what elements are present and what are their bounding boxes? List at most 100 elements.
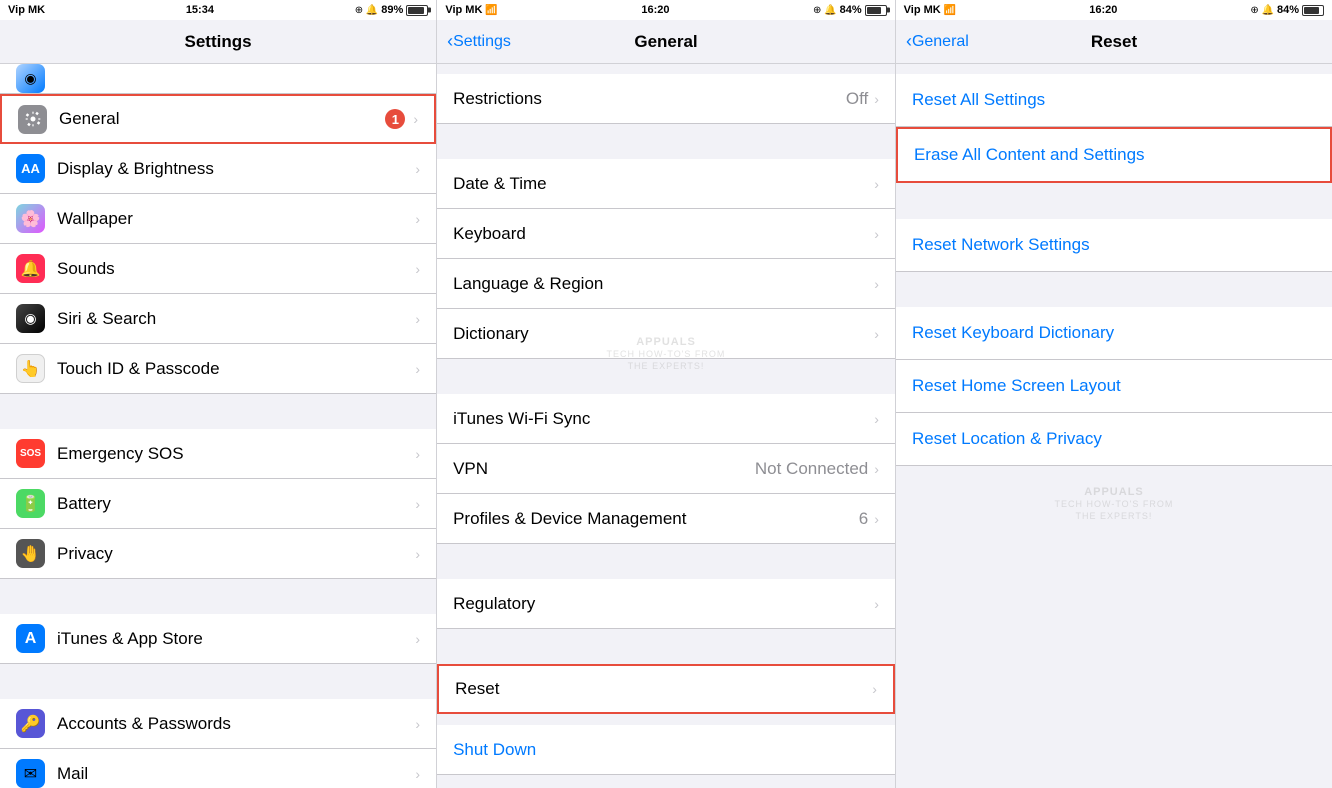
left-battery-cap — [428, 8, 431, 13]
settings-item-general[interactable]: General 1 › — [0, 94, 436, 144]
accounts-chevron: › — [415, 716, 420, 732]
sounds-chevron: › — [415, 261, 420, 277]
settings-item-mail[interactable]: ✉ Mail › — [0, 749, 436, 788]
restrictions-chevron: › — [874, 91, 879, 107]
right-back-button[interactable]: ‹ General — [906, 31, 969, 52]
vpn-chevron: › — [874, 461, 879, 477]
middle-item-shutdown[interactable]: Shut Down — [437, 725, 895, 775]
right-item-erase-all[interactable]: Erase All Content and Settings — [896, 127, 1332, 183]
middle-panel: Restrictions Off › Date & Time › Keyboar… — [437, 64, 896, 788]
middle-time: 16:20 — [641, 4, 669, 16]
erase-all-label: Erase All Content and Settings — [914, 145, 1145, 165]
right-battery-pct: 84% — [1277, 4, 1299, 16]
left-status-icons: ⊕ 🔔 89% — [355, 4, 429, 16]
mail-icon: ✉ — [16, 759, 45, 788]
right-battery-fill — [1304, 7, 1319, 14]
settings-item-battery[interactable]: 🔋 Battery › — [0, 479, 436, 529]
privacy-icon: 🤚 — [16, 539, 45, 568]
right-divider-1 — [896, 184, 1332, 219]
appstore-chevron: › — [415, 631, 420, 647]
sos-label: Emergency SOS — [57, 444, 415, 464]
middle-item-vpn[interactable]: VPN Not Connected › — [437, 444, 895, 494]
keyboard-chevron: › — [874, 226, 879, 242]
touchid-label: Touch ID & Passcode — [57, 359, 415, 379]
middle-divider-5 — [437, 715, 895, 725]
left-status-bar: Vip MK 15:34 ⊕ 🔔 89% — [0, 0, 437, 20]
general-icon — [18, 105, 47, 134]
regulatory-label: Regulatory — [453, 594, 874, 614]
settings-item-wallpaper[interactable]: 🌸 Wallpaper › — [0, 194, 436, 244]
right-item-reset-network[interactable]: Reset Network Settings — [896, 219, 1332, 272]
right-item-reset-keyboard[interactable]: Reset Keyboard Dictionary — [896, 307, 1332, 360]
reset-chevron: › — [872, 681, 877, 697]
gear-icon — [24, 110, 42, 128]
middle-nav-bar: ‹ Settings General — [437, 20, 896, 64]
right-status-bar: Vip MK 📶 16:20 ⊕ 🔔 84% — [896, 0, 1332, 20]
siri-icon: ◉ — [16, 304, 45, 333]
wallpaper-icon: 🌸 — [16, 204, 45, 233]
middle-nav-title: General — [634, 32, 697, 52]
wallpaper-chevron: › — [415, 211, 420, 227]
settings-item-accounts[interactable]: 🔑 Accounts & Passwords › — [0, 699, 436, 749]
middle-item-regulatory[interactable]: Regulatory › — [437, 579, 895, 629]
siri-label: Siri & Search — [57, 309, 415, 329]
middle-icons: ⊕ 🔔 — [813, 5, 837, 16]
middle-item-language[interactable]: Language & Region › — [437, 259, 895, 309]
middle-carrier: Vip MK — [445, 4, 482, 16]
middle-back-button[interactable]: ‹ Settings — [447, 31, 511, 52]
general-label: General — [59, 109, 385, 129]
datetime-chevron: › — [874, 176, 879, 192]
left-top-icon: ◉ — [16, 64, 45, 93]
middle-item-keyboard[interactable]: Keyboard › — [437, 209, 895, 259]
right-carrier: Vip MK — [904, 4, 941, 16]
left-panel: ◉ General 1 › AA Display & Brightness › — [0, 64, 437, 788]
settings-item-appstore[interactable]: A iTunes & App Store › — [0, 614, 436, 664]
left-top-partial: ◉ — [0, 64, 436, 94]
sos-chevron: › — [415, 446, 420, 462]
middle-item-itunes-sync[interactable]: iTunes Wi-Fi Sync › — [437, 394, 895, 444]
appstore-icon: A — [16, 624, 45, 653]
right-item-reset-all[interactable]: Reset All Settings — [896, 74, 1332, 127]
sounds-label: Sounds — [57, 259, 415, 279]
middle-wifi-icon: 📶 — [485, 5, 497, 16]
left-divider-3 — [0, 664, 436, 699]
settings-item-sounds[interactable]: 🔔 Sounds › — [0, 244, 436, 294]
wallpaper-label: Wallpaper — [57, 209, 415, 229]
reset-all-label: Reset All Settings — [912, 90, 1045, 110]
sounds-icon: 🔔 — [16, 254, 45, 283]
right-time: 16:20 — [1089, 4, 1117, 16]
left-battery-pct: 89% — [381, 4, 403, 16]
settings-item-display[interactable]: AA Display & Brightness › — [0, 144, 436, 194]
middle-battery-cap — [887, 8, 890, 13]
display-label: Display & Brightness — [57, 159, 415, 179]
right-item-reset-location[interactable]: Reset Location & Privacy — [896, 413, 1332, 466]
left-location-icon: ⊕ 🔔 — [355, 5, 379, 16]
middle-top-gap — [437, 64, 895, 74]
left-nav-bar: Settings — [0, 20, 437, 64]
accounts-icon: 🔑 — [16, 709, 45, 738]
vpn-value: Not Connected — [755, 459, 868, 479]
middle-divider-4 — [437, 629, 895, 664]
settings-item-siri[interactable]: ◉ Siri & Search › — [0, 294, 436, 344]
touchid-icon: 👆 — [16, 354, 45, 383]
itunes-sync-label: iTunes Wi-Fi Sync — [453, 409, 874, 429]
middle-divider-2 — [437, 359, 895, 394]
middle-item-profiles[interactable]: Profiles & Device Management 6 › — [437, 494, 895, 544]
middle-item-reset[interactable]: Reset › — [437, 664, 895, 714]
siri-chevron: › — [415, 311, 420, 327]
right-panel: Reset All Settings Erase All Content and… — [896, 64, 1332, 788]
dictionary-label: Dictionary — [453, 324, 874, 344]
regulatory-chevron: › — [874, 596, 879, 612]
middle-item-restrictions[interactable]: Restrictions Off › — [437, 74, 895, 124]
privacy-label: Privacy — [57, 544, 415, 564]
settings-item-sos[interactable]: SOS Emergency SOS › — [0, 429, 436, 479]
settings-item-touchid[interactable]: 👆 Touch ID & Passcode › — [0, 344, 436, 394]
middle-back-label: Settings — [453, 33, 511, 51]
right-battery-icon — [1302, 5, 1324, 16]
right-status-icons: ⊕ 🔔 84% — [1250, 4, 1324, 16]
right-item-reset-homescreen[interactable]: Reset Home Screen Layout — [896, 360, 1332, 413]
middle-item-dictionary[interactable]: Dictionary › — [437, 309, 895, 359]
itunes-sync-chevron: › — [874, 411, 879, 427]
settings-item-privacy[interactable]: 🤚 Privacy › — [0, 529, 436, 579]
middle-item-datetime[interactable]: Date & Time › — [437, 159, 895, 209]
